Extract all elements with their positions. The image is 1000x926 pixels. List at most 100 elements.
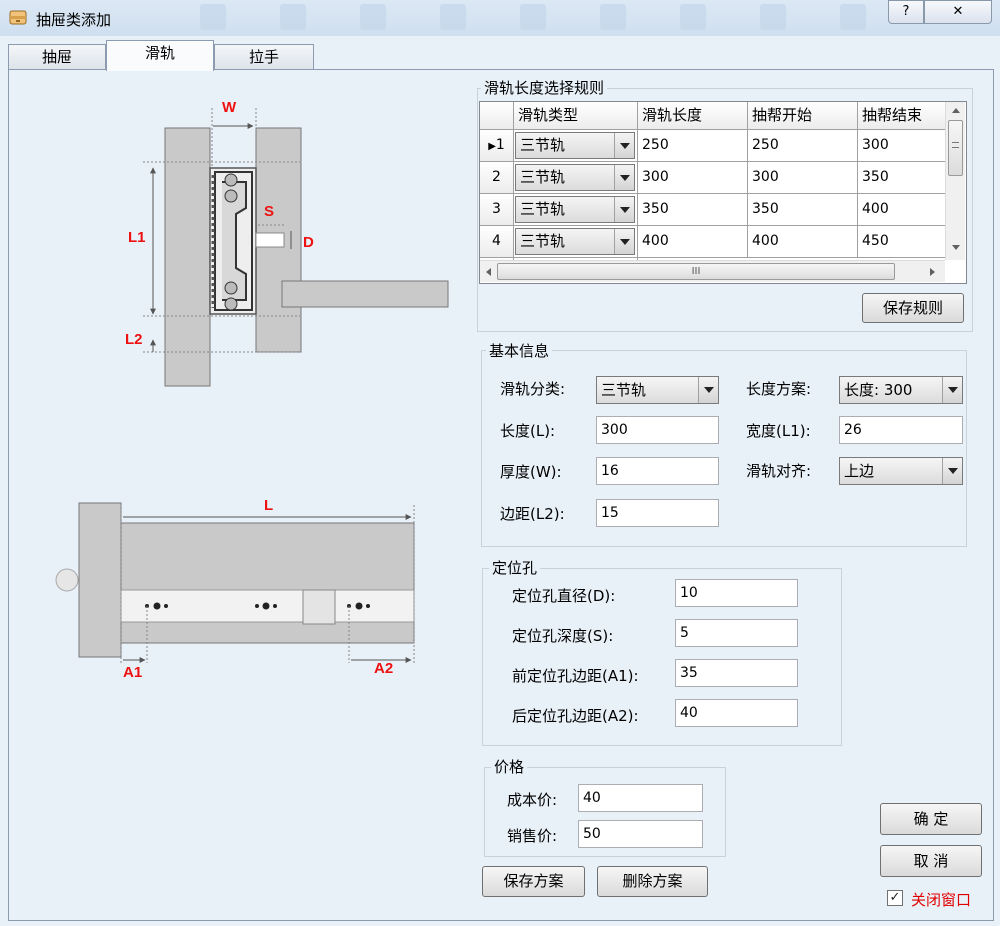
hole-diameter-input[interactable]: 10 [675, 579, 798, 607]
scroll-up-icon[interactable] [952, 108, 960, 113]
category-select[interactable]: 三节轨 [596, 376, 719, 404]
grid-cell-start[interactable]: 300 [748, 162, 858, 194]
row-header[interactable]: 4 [480, 226, 514, 258]
length-scheme-label: 长度方案: [746, 380, 812, 398]
row-header[interactable]: ▶1 [480, 130, 514, 162]
grid-cell-start[interactable]: 250 [748, 130, 858, 162]
grid-cell: 三节轨 [514, 194, 638, 226]
rail-type-select[interactable]: 三节轨 [515, 132, 635, 159]
thickness-label: 厚度(W): [500, 463, 562, 481]
align-label: 滑轨对齐: [746, 462, 812, 480]
grid-vertical-scrollbar[interactable] [945, 102, 965, 260]
grid-cell: 三节轨 [514, 162, 638, 194]
scroll-left-icon[interactable] [486, 268, 491, 276]
scroll-down-icon[interactable] [952, 245, 960, 250]
front-hole-margin-input[interactable]: 35 [675, 659, 798, 687]
delete-scheme-button[interactable]: 删除方案 [597, 866, 708, 897]
rail-type-select[interactable]: 三节轨 [515, 164, 635, 191]
scroll-thumb[interactable]: III [497, 263, 895, 280]
help-button[interactable]: ? [888, 0, 924, 24]
grid-cell-length[interactable]: 400 [638, 226, 748, 258]
grid-cell-end[interactable]: 400 [858, 194, 946, 226]
column-header-start[interactable]: 抽帮开始 [748, 102, 858, 130]
row-header[interactable]: 2 [480, 162, 514, 194]
dim-l-label: L [264, 497, 273, 514]
cost-price-input[interactable]: 40 [578, 784, 703, 812]
grid-cell-end[interactable]: 350 [858, 162, 946, 194]
grid-corner [480, 102, 514, 130]
sale-price-input[interactable]: 50 [578, 820, 703, 848]
toolbar-ghost-icon [680, 4, 706, 30]
scroll-thumb[interactable] [948, 120, 963, 176]
save-scheme-button[interactable]: 保存方案 [482, 866, 585, 897]
column-header-type[interactable]: 滑轨类型 [514, 102, 638, 130]
drawer-side-board [120, 522, 415, 644]
hole-depth-label: 定位孔深度(S): [512, 627, 614, 645]
category-label: 滑轨分类: [500, 380, 566, 398]
length-label: 长度(L): [500, 422, 556, 440]
dim-w-label: W [222, 99, 237, 116]
toolbar-ghost-icon [520, 4, 546, 30]
close-window-checkbox[interactable]: ✓ [887, 890, 903, 906]
margin-label: 边距(L2): [500, 505, 565, 523]
chevron-down-icon[interactable] [614, 133, 634, 158]
chevron-down-icon[interactable] [614, 229, 634, 254]
grip-icon [952, 142, 959, 148]
grid-cell-length[interactable]: 300 [638, 162, 748, 194]
rail-type-select[interactable]: 三节轨 [515, 196, 635, 223]
dim-l2-label: L2 [125, 331, 143, 348]
basic-info-title: 基本信息 [486, 340, 553, 361]
current-row-marker-icon: ▶ [488, 141, 496, 152]
row-header[interactable]: 3 [480, 194, 514, 226]
hole-diameter-label: 定位孔直径(D): [512, 587, 616, 605]
back-hole-margin-label: 后定位孔边距(A2): [512, 707, 639, 725]
length-scheme-select[interactable]: 长度: 300 [839, 376, 963, 404]
chevron-down-icon[interactable] [942, 377, 962, 403]
column-header-length[interactable]: 滑轨长度 [638, 102, 748, 130]
chevron-down-icon[interactable] [698, 377, 718, 403]
ok-button[interactable]: 确 定 [880, 803, 982, 835]
chevron-down-icon[interactable] [942, 458, 962, 484]
sale-price-label: 销售价: [507, 827, 558, 845]
front-hole-margin-label: 前定位孔边距(A1): [512, 667, 639, 685]
scroll-right-icon[interactable] [930, 268, 935, 276]
price-group-title: 价格 [491, 756, 528, 777]
chevron-down-icon[interactable] [614, 197, 634, 222]
tab-slide-rail[interactable]: 滑轨 [106, 40, 214, 71]
toolbar-ghost-icon [840, 4, 866, 30]
grid-cell-end[interactable]: 300 [858, 130, 946, 162]
hole-depth-input[interactable]: 5 [675, 619, 798, 647]
drawer-front-panel [78, 502, 122, 658]
dim-a2-label: A2 [374, 660, 393, 677]
chevron-down-icon[interactable] [614, 165, 634, 190]
thickness-input[interactable]: 16 [596, 457, 719, 485]
rule-group-title: 滑轨长度选择规则 [481, 77, 608, 98]
rail-type-select[interactable]: 三节轨 [515, 228, 635, 255]
close-window-label[interactable]: 关闭窗口 [911, 889, 971, 910]
length-input[interactable]: 300 [596, 416, 719, 444]
back-hole-margin-input[interactable]: 40 [675, 699, 798, 727]
grid-cell-start[interactable]: 400 [748, 226, 858, 258]
grid-cell-end[interactable]: 450 [858, 226, 946, 258]
grid-cell-length[interactable]: 350 [638, 194, 748, 226]
grid-horizontal-scrollbar[interactable]: III [480, 260, 945, 282]
save-rule-button[interactable]: 保存规则 [862, 293, 964, 323]
grid-cell: 三节轨 [514, 226, 638, 258]
cancel-button[interactable]: 取 消 [880, 845, 982, 877]
rule-grid: 滑轨类型 滑轨长度 抽帮开始 抽帮结束 ▶1 三节轨 250 250 300 2… [479, 101, 967, 284]
close-button[interactable]: ✕ [924, 0, 992, 24]
width-input[interactable]: 26 [839, 416, 963, 444]
cost-price-label: 成本价: [507, 791, 558, 809]
dim-d-label: D [303, 234, 314, 251]
grid-cell-start[interactable]: 350 [748, 194, 858, 226]
align-select[interactable]: 上边 [839, 457, 963, 485]
hole-group-title: 定位孔 [489, 557, 541, 578]
margin-input[interactable]: 15 [596, 499, 719, 527]
dim-l1-label: L1 [128, 229, 146, 246]
width-label: 宽度(L1): [746, 422, 811, 440]
grid-cell-length[interactable]: 250 [638, 130, 748, 162]
toolbar-ghost-icon [600, 4, 626, 30]
rail-profile [209, 167, 257, 315]
grid-cell: 三节轨 [514, 130, 638, 162]
column-header-end[interactable]: 抽帮结束 [858, 102, 946, 130]
